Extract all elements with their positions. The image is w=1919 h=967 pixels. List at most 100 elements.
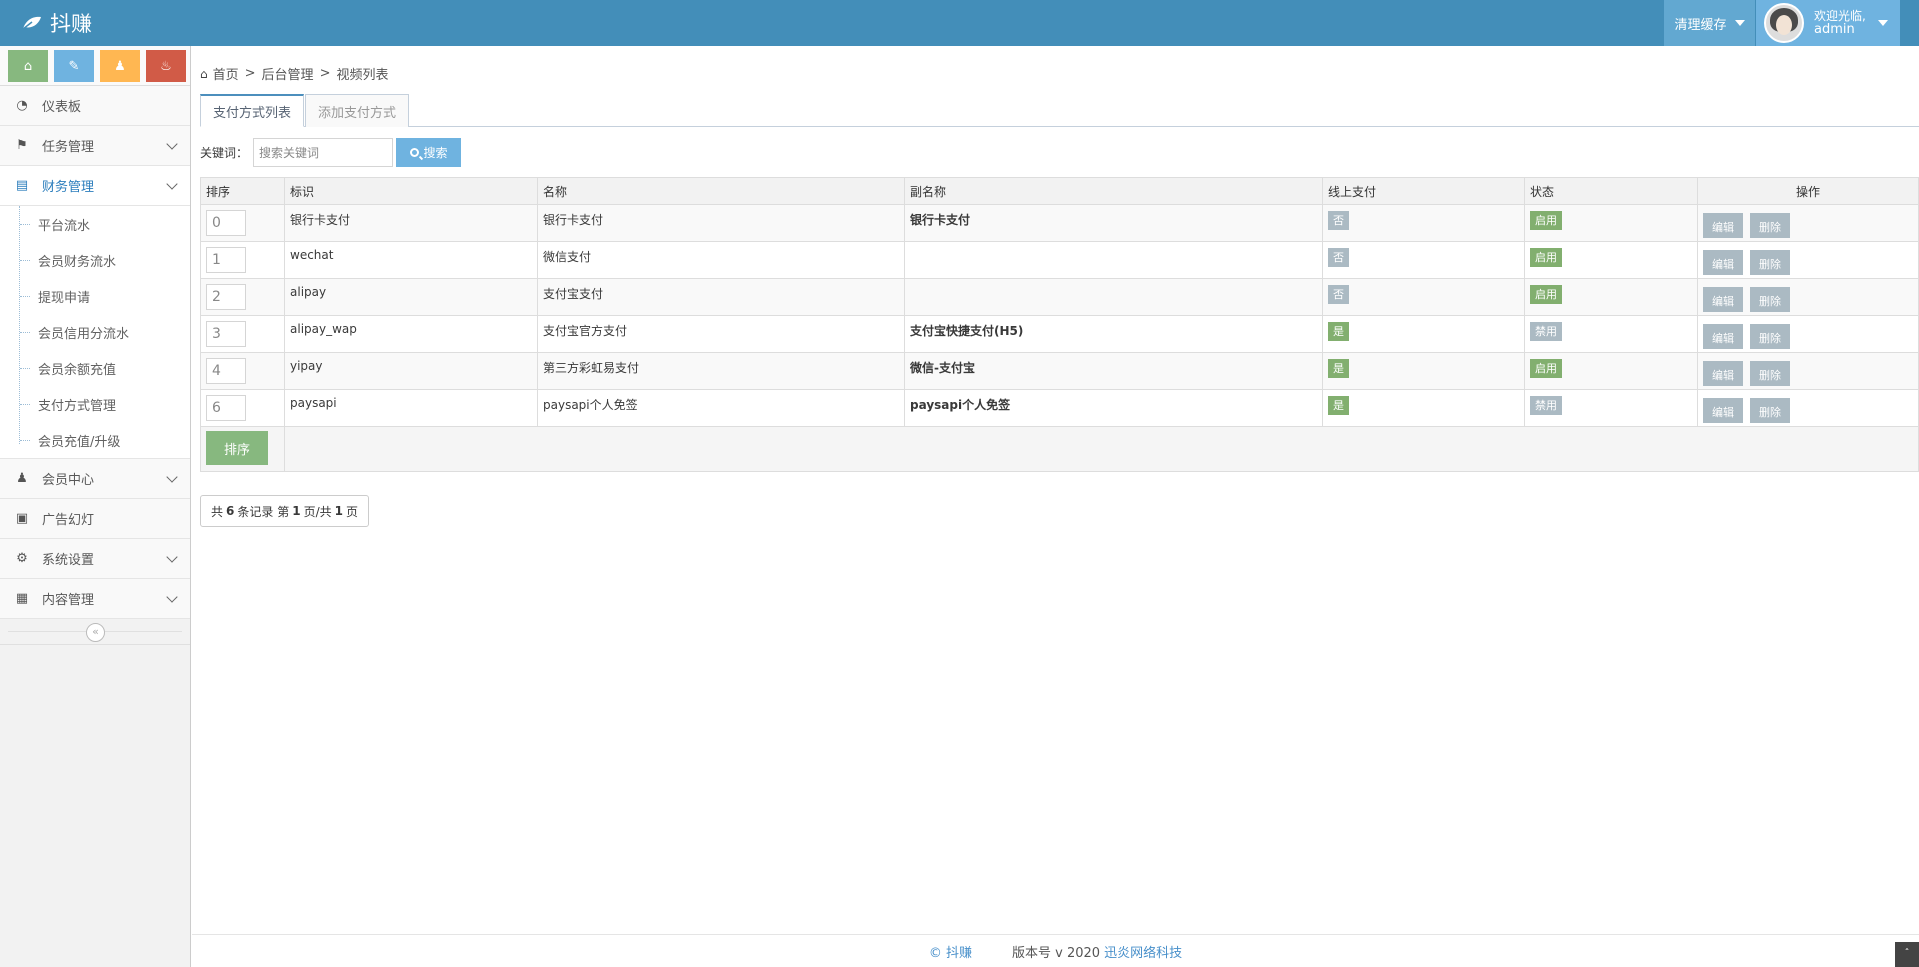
delete-button[interactable]: 删除 <box>1750 250 1790 275</box>
sidebar-item-label: 广告幻灯 <box>42 513 95 528</box>
status-cell: 启用 <box>1524 352 1698 390</box>
search-input[interactable] <box>253 138 394 167</box>
sort-cell <box>200 315 285 353</box>
footer-company-link[interactable]: 迅炎网络科技 <box>1104 942 1182 961</box>
scroll-top-button[interactable]: ˆ <box>1895 942 1919 967</box>
sort-order-input[interactable] <box>206 247 246 273</box>
delete-button[interactable]: 删除 <box>1750 287 1790 312</box>
shortcut-bell-button[interactable]: ♨ <box>146 50 186 82</box>
sidebar-item-settings[interactable]: ⚙ 系统设置 <box>0 539 190 579</box>
table-row: yipay第三方彩虹易支付微信-支付宝是 启用 编辑删除 <box>200 352 1919 390</box>
pager-suffix: 页 <box>345 504 358 519</box>
sort-cell <box>200 389 285 427</box>
submenu-item-recharge-upgrade[interactable]: 会员充值/升级 <box>0 422 190 458</box>
status-badge[interactable]: 禁用 <box>1530 322 1562 341</box>
delete-button[interactable]: 删除 <box>1750 213 1790 238</box>
finance-submenu: 平台流水 会员财务流水 提现申请 会员信用分流水 会员余额充值 支付方式管理 会… <box>0 206 190 459</box>
sidebar-item-dashboard[interactable]: ◔ 仪表板 <box>0 86 190 126</box>
sort-order-input[interactable] <box>206 284 246 310</box>
delete-button[interactable]: 删除 <box>1750 324 1790 349</box>
submenu-item-label: 会员充值/升级 <box>38 434 121 450</box>
home-icon: ⌂ <box>23 58 33 74</box>
sidebar: ⌂ ✎ ♟ ♨ ◔ 仪表板 ⚑ 任务管理 ▤ 财务管理 平台流水 会员财务流水 … <box>0 46 191 967</box>
double-chevron-up-icon: ˆ <box>1904 948 1910 959</box>
sort-order-input[interactable] <box>206 395 246 421</box>
sidebar-shortcuts: ⌂ ✎ ♟ ♨ <box>0 46 190 86</box>
sidebar-menu: ◔ 仪表板 ⚑ 任务管理 ▤ 财务管理 平台流水 会员财务流水 提现申请 会员信… <box>0 86 190 619</box>
sidebar-item-ads[interactable]: ▣ 广告幻灯 <box>0 499 190 539</box>
shortcut-home-button[interactable]: ⌂ <box>8 50 48 82</box>
footer-brand-link[interactable]: © 抖赚 <box>929 942 972 961</box>
sort-button[interactable]: 排序 <box>206 431 268 465</box>
actions-cell: 编辑 删除 <box>1697 389 1919 427</box>
actions-cell: 编辑 删除 <box>1697 204 1919 242</box>
edit-button[interactable]: 编辑 <box>1703 250 1743 275</box>
actions-cell: 编辑 删除 <box>1697 315 1919 353</box>
column-header-online: 线上支付 <box>1322 177 1525 205</box>
online-badge: 是 <box>1328 322 1349 341</box>
shortcut-pencil-button[interactable]: ✎ <box>54 50 94 82</box>
edit-button[interactable]: 编辑 <box>1703 361 1743 386</box>
delete-button[interactable]: 删除 <box>1750 398 1790 423</box>
online-badge: 否 <box>1328 211 1349 230</box>
sidebar-item-members[interactable]: ♟ 会员中心 <box>0 459 190 499</box>
status-badge[interactable]: 启用 <box>1530 248 1562 267</box>
wallet-icon: ▤ <box>15 178 29 193</box>
submenu-item-payment-methods[interactable]: 支付方式管理 <box>0 386 190 422</box>
tab-add-payment[interactable]: 添加支付方式 <box>305 94 410 127</box>
sidebar-item-tasks[interactable]: ⚑ 任务管理 <box>0 126 190 166</box>
payment-methods-table: 排序 标识 名称 副名称 线上支付 状态 操作 银行卡支付银行卡支付银行卡支付否… <box>200 177 1919 472</box>
sort-order-input[interactable] <box>206 210 246 236</box>
delete-button[interactable]: 删除 <box>1750 361 1790 386</box>
edit-button[interactable]: 编辑 <box>1703 213 1743 238</box>
table-row: 银行卡支付银行卡支付银行卡支付否启用编辑删除 <box>200 204 1919 242</box>
sort-order-input[interactable] <box>206 321 246 347</box>
sidebar-item-label: 会员中心 <box>42 473 95 488</box>
status-badge[interactable]: 启用 <box>1530 285 1562 304</box>
sort-button-cell: 排序 <box>200 426 285 472</box>
table-body: 银行卡支付银行卡支付银行卡支付否启用编辑删除wechat微信支付否启用编辑删除a… <box>200 204 1919 472</box>
user-menu[interactable]: 欢迎光临, admin <box>1756 0 1900 46</box>
submenu-item-member-finance[interactable]: 会员财务流水 <box>0 242 190 278</box>
status-badge[interactable]: 启用 <box>1530 211 1562 230</box>
submenu-item-credit-flow[interactable]: 会员信用分流水 <box>0 314 190 350</box>
column-header-code: 标识 <box>284 177 538 205</box>
sort-cell <box>200 204 285 242</box>
search-bar: 关键词： 搜索 <box>200 138 462 167</box>
edit-button[interactable]: 编辑 <box>1703 324 1743 349</box>
sidebar-item-content[interactable]: ▦ 内容管理 <box>0 579 190 619</box>
sort-order-input[interactable] <box>206 358 246 384</box>
shortcut-users-button[interactable]: ♟ <box>100 50 140 82</box>
search-button[interactable]: 搜索 <box>396 138 462 167</box>
chevron-down-icon <box>166 471 178 483</box>
code-cell: paysapi <box>284 389 538 427</box>
book-icon: ▦ <box>15 591 29 606</box>
pager-text: 条记录 第 <box>237 504 290 519</box>
tab-bar: 支付方式列表 添加支付方式 <box>200 94 1919 127</box>
status-badge[interactable]: 启用 <box>1530 359 1562 378</box>
column-header-sort: 排序 <box>200 177 285 205</box>
status-cell: 禁用 <box>1524 389 1698 427</box>
subname-cell <box>904 278 1323 316</box>
sidebar-item-label: 任务管理 <box>42 140 95 155</box>
flag-icon: ⚑ <box>16 138 28 153</box>
online-badge: 否 <box>1328 248 1349 267</box>
submenu-item-withdraw[interactable]: 提现申请 <box>0 278 190 314</box>
breadcrumb-home[interactable]: 首页 <box>213 64 239 83</box>
status-badge[interactable]: 禁用 <box>1530 396 1562 415</box>
online-cell: 是 <box>1322 352 1525 390</box>
brand-logo[interactable]: 抖赚 <box>22 0 92 46</box>
double-chevron-left-icon[interactable]: « <box>86 623 105 642</box>
clear-cache-dropdown[interactable]: 清理缓存 <box>1664 0 1755 46</box>
name-cell: 第三方彩虹易支付 <box>537 352 905 390</box>
breadcrumb-level1[interactable]: 后台管理 <box>262 64 314 83</box>
tab-payment-list[interactable]: 支付方式列表 <box>200 94 305 127</box>
edit-button[interactable]: 编辑 <box>1703 398 1743 423</box>
edit-button[interactable]: 编辑 <box>1703 287 1743 312</box>
sidebar-item-finance[interactable]: ▤ 财务管理 <box>0 166 190 206</box>
name-cell: 银行卡支付 <box>537 204 905 242</box>
status-cell: 启用 <box>1524 241 1698 279</box>
submenu-item-balance-recharge[interactable]: 会员余额充值 <box>0 350 190 386</box>
column-header-status: 状态 <box>1524 177 1698 205</box>
submenu-item-platform-flow[interactable]: 平台流水 <box>0 206 190 242</box>
